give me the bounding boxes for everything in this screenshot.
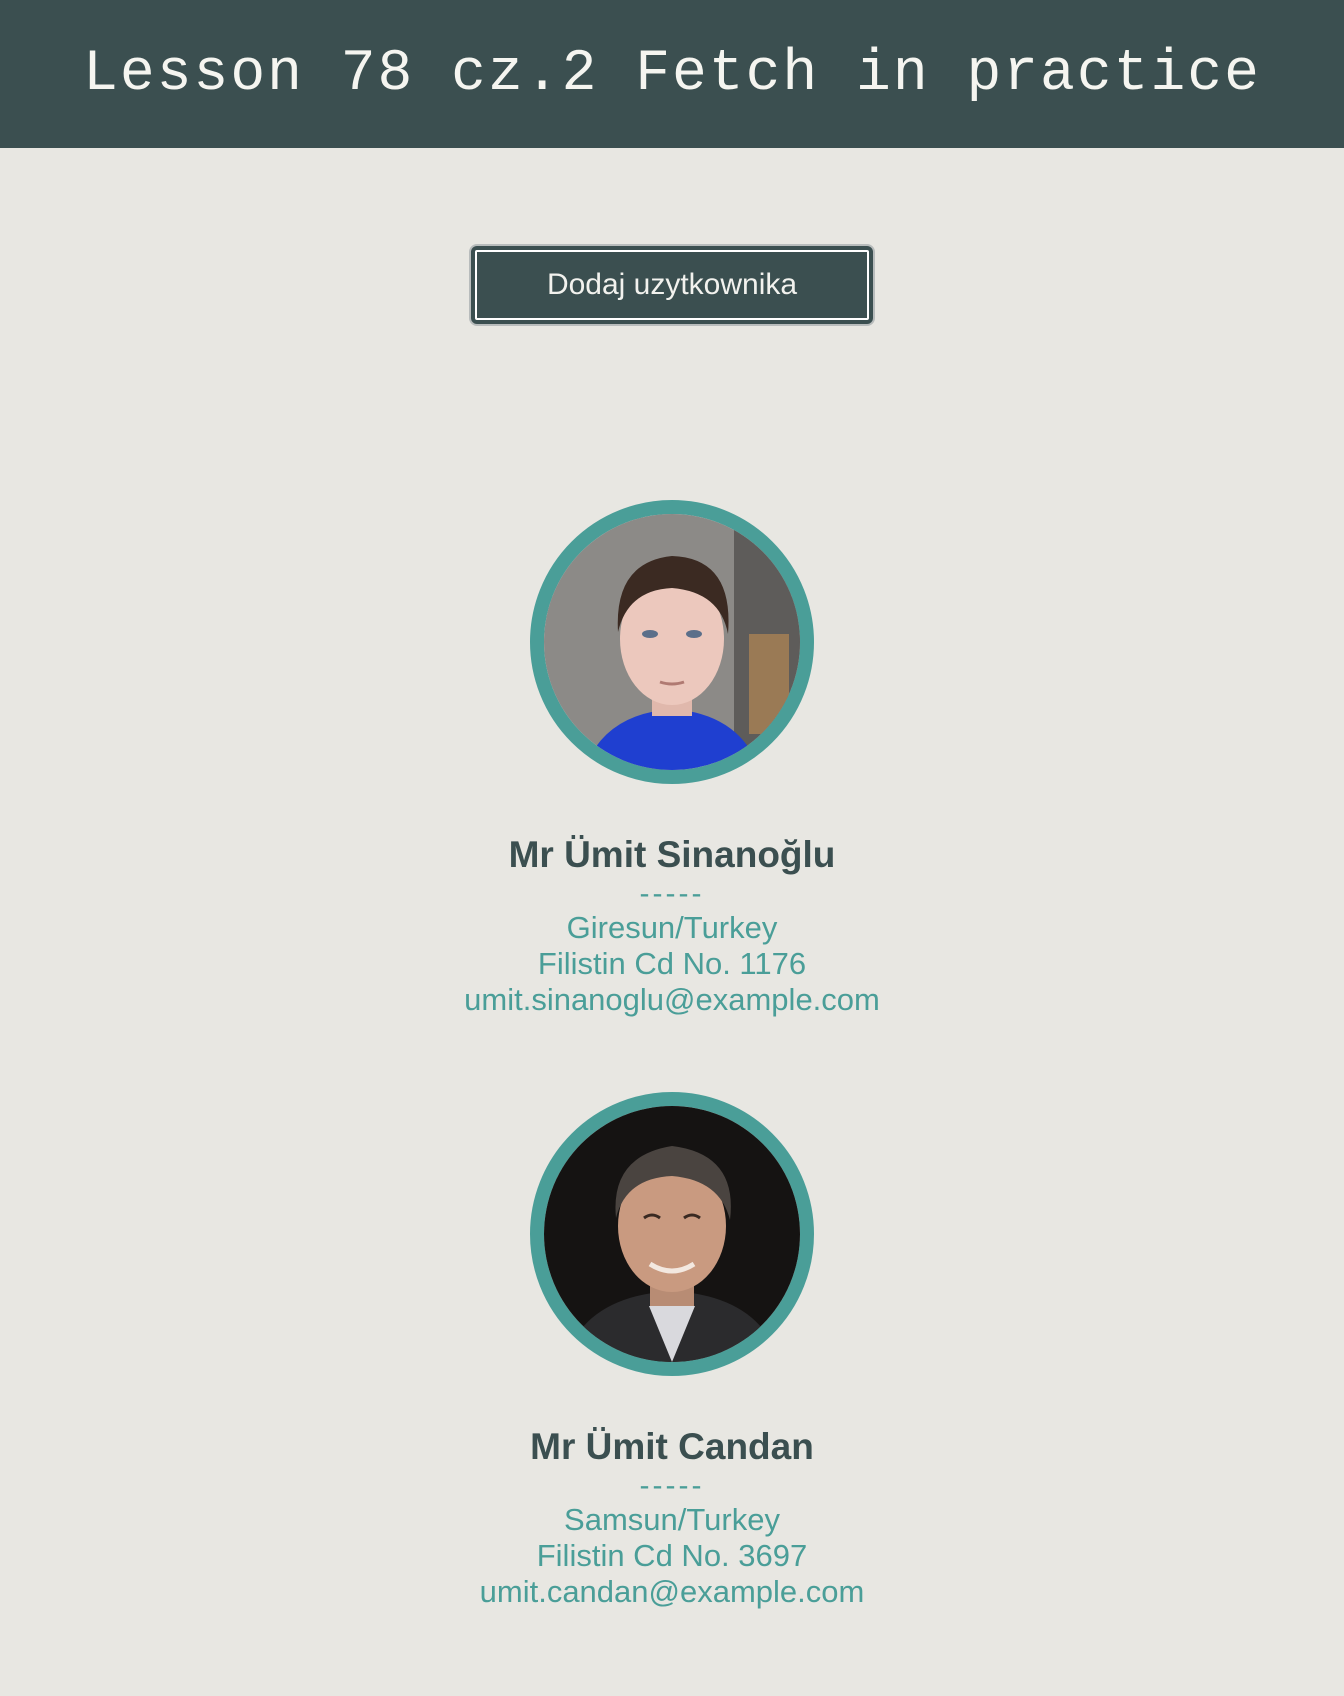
user-list: Mr Ümit Sinanoğlu ----- Giresun/Turkey F…: [322, 500, 1022, 1610]
avatar-photo: [544, 514, 800, 770]
add-user-button[interactable]: Dodaj uzytkownika: [471, 246, 873, 324]
user-name: Mr Ümit Sinanoğlu: [508, 834, 836, 875]
top-bar: Lesson 78 cz.2 Fetch in practice: [0, 0, 1344, 148]
main-content: Dodaj uzytkownika Mr Ümit Sinanoğlu ----…: [0, 148, 1344, 1610]
user-email: umit.candan@example.com: [479, 1574, 865, 1609]
user-street: Filistin Cd No. 1176: [537, 946, 807, 981]
user-location: Giresun/Turkey: [566, 910, 778, 945]
user-card: Mr Ümit Sinanoğlu ----- Giresun/Turkey F…: [322, 500, 1022, 1018]
page-title: Lesson 78 cz.2 Fetch in practice: [83, 41, 1261, 107]
user-email: umit.sinanoglu@example.com: [464, 982, 880, 1017]
user-name: Mr Ümit Candan: [530, 1426, 814, 1467]
name-divider: -----: [639, 877, 705, 910]
avatar: [530, 1092, 814, 1376]
user-location: Samsun/Turkey: [564, 1502, 780, 1537]
name-divider: -----: [639, 1469, 705, 1502]
user-street: Filistin Cd No. 3697: [536, 1538, 808, 1573]
user-card: Mr Ümit Candan ----- Samsun/Turkey Filis…: [322, 1092, 1022, 1610]
avatar-photo: [544, 1106, 800, 1362]
avatar: [530, 500, 814, 784]
